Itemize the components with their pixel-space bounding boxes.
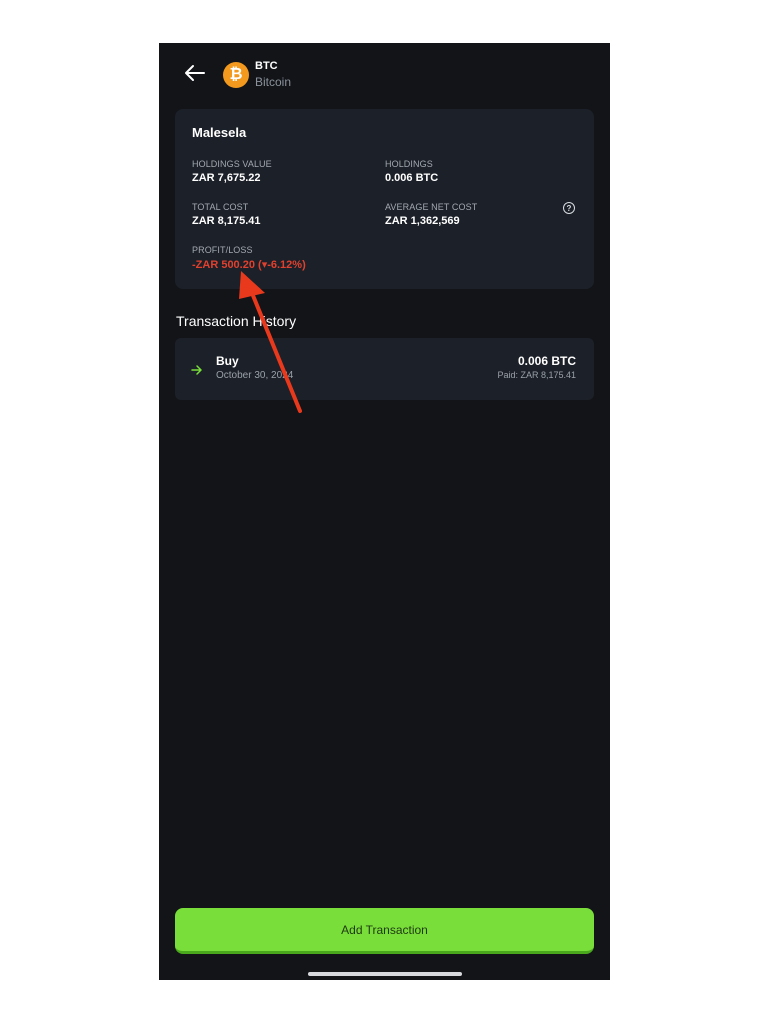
transaction-row[interactable]: Buy October 30, 2024 0.006 BTC Paid: ZAR… <box>175 338 594 400</box>
holdings-amount: 0.006 BTC <box>385 172 439 184</box>
transaction-history-title: Transaction History <box>176 313 297 329</box>
bitcoin-icon: ₿ <box>223 62 249 88</box>
holdings-label: HOLDINGS <box>385 159 433 169</box>
average-net-cost: ZAR 1,362,569 <box>385 215 460 227</box>
arrow-right-icon <box>191 362 203 380</box>
coin-symbol: BTC <box>255 60 278 72</box>
home-indicator[interactable] <box>308 972 462 976</box>
average-net-cost-stat: AVERAGE NET COST ZAR 1,362,569 <box>385 202 477 227</box>
back-button[interactable] <box>181 61 209 89</box>
add-transaction-label: Add Transaction <box>341 922 428 937</box>
portfolio-name: Malesela <box>192 125 247 140</box>
holdings-summary-card: Malesela HOLDINGS VALUE ZAR 7,675.22 HOL… <box>175 109 594 289</box>
coin-name: Bitcoin <box>255 75 292 89</box>
holdings-value-label: HOLDINGS VALUE <box>192 159 272 169</box>
transaction-date: October 30, 2024 <box>216 370 294 381</box>
app-screen: ₿ BTC Bitcoin Malesela HOLDINGS VALUE ZA… <box>159 43 610 980</box>
holdings-value-stat: HOLDINGS VALUE ZAR 7,675.22 <box>192 159 272 184</box>
total-cost-label: TOTAL COST <box>192 202 249 212</box>
total-cost: ZAR 8,175.41 <box>192 215 261 227</box>
transaction-type: Buy <box>216 354 239 368</box>
transaction-paid: Paid: ZAR 8,175.41 <box>497 370 576 380</box>
profit-loss-stat: PROFIT/LOSS -ZAR 500.20 (▾-6.12%) <box>192 245 306 271</box>
question-circle-icon[interactable]: ? <box>563 202 575 214</box>
holdings-stat: HOLDINGS 0.006 BTC <box>385 159 438 184</box>
add-transaction-button[interactable]: Add Transaction <box>175 908 594 954</box>
total-cost-stat: TOTAL COST ZAR 8,175.41 <box>192 202 260 227</box>
arrow-left-icon <box>184 64 206 87</box>
average-net-cost-label: AVERAGE NET COST <box>385 202 478 212</box>
transaction-amount: 0.006 BTC <box>517 354 576 368</box>
header: ₿ BTC Bitcoin <box>159 43 610 107</box>
holdings-value: ZAR 7,675.22 <box>192 172 261 184</box>
profit-loss-label: PROFIT/LOSS <box>192 245 253 255</box>
profit-loss-value: -ZAR 500.20 (▾-6.12%) <box>192 259 306 271</box>
